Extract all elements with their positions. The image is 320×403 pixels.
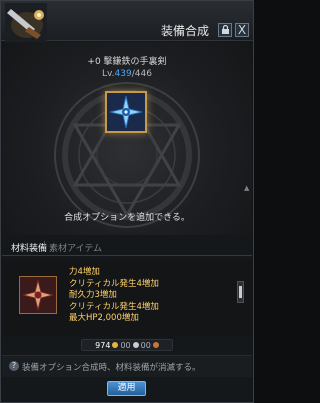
item-name: +0 擊鎌鉄の手裏剣 [87, 57, 167, 67]
option-line: 耐久力3増加 [69, 290, 117, 300]
main-equipment-slot[interactable] [105, 91, 147, 133]
synthesis-hint: 合成オプションを追加できる。 [64, 213, 190, 223]
material-equipment-slot[interactable] [19, 276, 57, 314]
silver-amount: 00 [120, 340, 131, 350]
question-icon: ? [9, 361, 19, 371]
tab-bar: 材料装備 | 素材アイテム [2, 238, 252, 256]
scroll-indicator-icon[interactable]: ▲ [244, 184, 250, 194]
silver-coin-icon [132, 342, 139, 348]
item-level: Lv.439/446 [2, 69, 252, 79]
option-line: 最大HP2,000増加 [69, 313, 139, 323]
level-max: /446 [131, 69, 152, 79]
notice-bar: ? 装備オプション合成時、材料装備が消滅する。 [2, 355, 252, 377]
shuriken-icon [107, 93, 145, 131]
tab-separator: | [43, 241, 47, 251]
option-line: クリティカル発生4増加 [69, 278, 159, 289]
equipment-synthesis-window: 装備合成 X +0 擊鎌鉄の手裏剣 Lv.439/446 合成オプションを追加で… [0, 0, 254, 403]
scrollbar-thumb[interactable] [239, 286, 242, 298]
shuriken-icon [20, 277, 56, 313]
option-list: 力4増加 クリティカル発生4増加 耐久力3増加 クリティカル発生4増加 最大HP… [69, 267, 159, 325]
tab-material-equipment[interactable]: 材料装備 [11, 241, 47, 254]
copper-amount: 00 [140, 340, 151, 350]
option-line: 力4増加 [69, 267, 100, 277]
level-current: 439 [114, 69, 132, 79]
gold-coin-icon [112, 342, 119, 348]
apply-button[interactable]: 適用 [107, 381, 146, 396]
lock-icon[interactable] [218, 23, 232, 37]
material-panel: 力4増加 クリティカル発生4増加 耐久力3増加 クリティカル発生4増加 最大HP… [2, 259, 252, 337]
notice-text: 装備オプション合成時、材料装備が消滅する。 [22, 363, 201, 373]
close-button[interactable]: X [235, 23, 249, 37]
cost-display: 974 00 00 [81, 339, 173, 351]
copper-coin-icon [152, 342, 159, 348]
option-scrollbar[interactable] [237, 281, 244, 303]
option-line: クリティカル発生4増加 [69, 301, 159, 312]
tab-material-items[interactable]: 素材アイテム [49, 241, 102, 254]
synthesis-stage: +0 擊鎌鉄の手裏剣 Lv.439/446 合成オプションを追加できる。 ▲ [2, 42, 252, 235]
window-title: 装備合成 [161, 24, 210, 38]
title-bar[interactable]: 装備合成 X [1, 1, 253, 43]
synthesis-icon [5, 3, 47, 43]
gold-amount: 974 [95, 340, 111, 350]
level-prefix: Lv. [102, 69, 115, 79]
